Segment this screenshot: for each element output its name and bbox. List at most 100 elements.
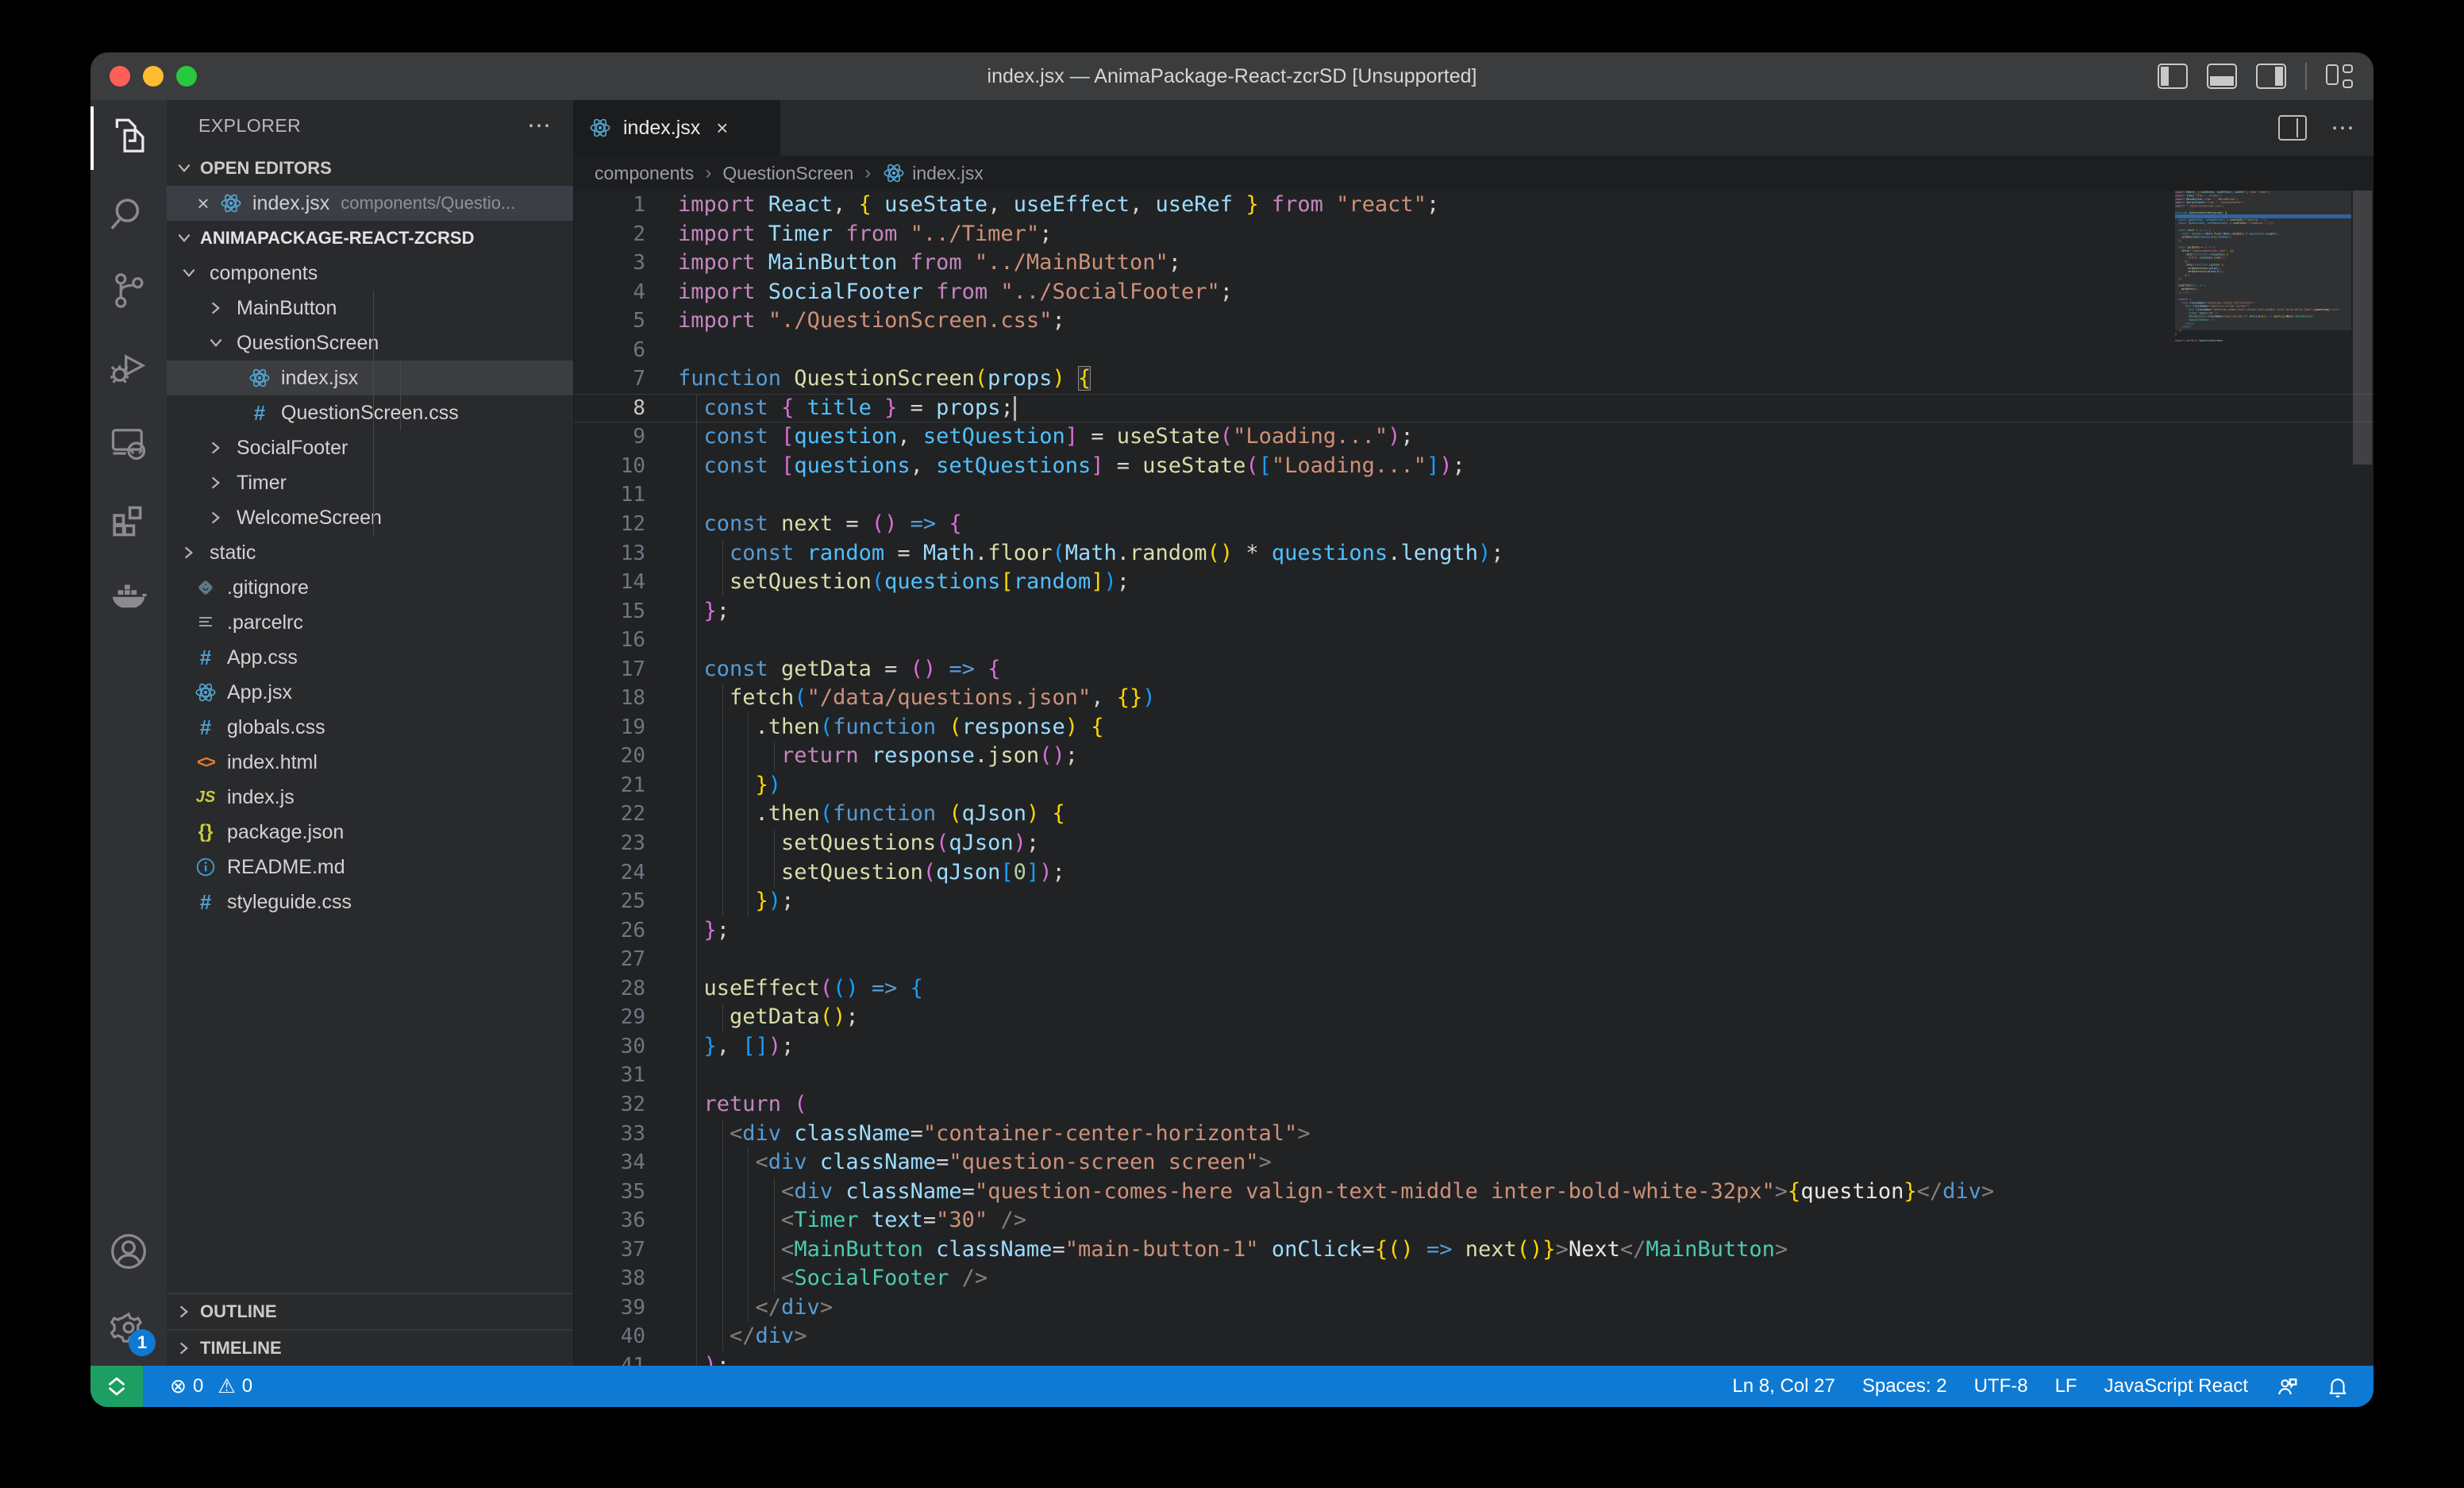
- code-line-28: 28 useEffect(() => {: [574, 974, 2175, 1004]
- outline-label: OUTLINE: [200, 1301, 277, 1322]
- tab-close-icon[interactable]: ×: [716, 116, 728, 141]
- customize-layout-icon[interactable]: [2326, 64, 2353, 88]
- code-line-1: 1import React, { useState, useEffect, us…: [574, 191, 2175, 220]
- activitybar-account-icon[interactable]: [90, 1213, 167, 1289]
- close-window-button[interactable]: [110, 66, 130, 87]
- tree-item-components[interactable]: components: [167, 256, 573, 291]
- timeline-section[interactable]: TIMELINE: [167, 1329, 573, 1366]
- code-line-41: 41 );: [574, 1351, 2175, 1366]
- activitybar-run-debug-icon[interactable]: [90, 329, 167, 405]
- html-file-icon: <>: [194, 752, 218, 773]
- split-editor-icon[interactable]: [2278, 115, 2307, 141]
- status-eol[interactable]: LF: [2055, 1375, 2077, 1397]
- outline-section[interactable]: OUTLINE: [167, 1293, 573, 1329]
- tree-item-index-jsx[interactable]: index.jsx: [167, 360, 573, 395]
- activitybar-explorer-icon[interactable]: [90, 100, 167, 176]
- toggle-panel-icon[interactable]: [2207, 64, 2237, 89]
- breadcrumb-item[interactable]: index.jsx: [882, 162, 983, 184]
- editor-scrollbar[interactable]: [2351, 191, 2374, 1366]
- tree-item--gitignore[interactable]: .gitignore: [167, 570, 573, 605]
- zoom-window-button[interactable]: [176, 66, 197, 87]
- tree-item-readme-md[interactable]: README.md: [167, 850, 573, 885]
- feedback-icon[interactable]: [2275, 1374, 2299, 1398]
- explorer-sidebar: EXPLORER ⋯ OPEN EDITORS × index.jsx comp…: [167, 100, 574, 1366]
- sidebar-title: EXPLORER: [198, 115, 301, 137]
- breadcrumb-item[interactable]: QuestionScreen: [722, 163, 853, 184]
- tree-item-label: App.jsx: [227, 681, 292, 704]
- toggle-secondary-sidebar-icon[interactable]: [2256, 64, 2286, 89]
- code-line-37: 37 <MainButton className="main-button-1"…: [574, 1236, 2175, 1265]
- remote-indicator[interactable]: [90, 1366, 143, 1407]
- react-file-icon: [882, 162, 906, 184]
- code-line-16: 16: [574, 626, 2175, 655]
- tree-item--parcelrc[interactable]: .parcelrc: [167, 605, 573, 640]
- tree-item-questionscreen-css[interactable]: #QuestionScreen.css: [167, 395, 573, 430]
- scrollbar-thumb[interactable]: [2353, 191, 2372, 465]
- status-cursor-position[interactable]: Ln 8, Col 27: [1732, 1375, 1835, 1397]
- tree-item-app-css[interactable]: #App.css: [167, 640, 573, 675]
- minimap[interactable]: 1import React, { useState, useEffect, us…: [2175, 191, 2351, 1366]
- code-line-32: 32 return (: [574, 1090, 2175, 1120]
- code-line-33: 33 <div className="container-center-hori…: [574, 1120, 2175, 1149]
- tree-item-welcomescreen[interactable]: WelcomeScreen: [167, 500, 573, 535]
- code-line-40: 40 </div>: [574, 1322, 2175, 1351]
- tree-item-socialfooter[interactable]: SocialFooter: [167, 430, 573, 465]
- open-editors-section[interactable]: OPEN EDITORS: [167, 151, 573, 186]
- code-line-22: 22 .then(function (qJson) {: [574, 800, 2175, 829]
- code-line-31: 31: [574, 1061, 2175, 1090]
- status-bar: ⊗ 0 ⚠ 0 Ln 8, Col 27 Spaces: 2 UTF-8 LF Java…: [90, 1366, 2374, 1407]
- activitybar-settings-icon[interactable]: 1: [90, 1289, 167, 1366]
- activitybar-search-icon[interactable]: [90, 176, 167, 252]
- project-root-label: ANIMAPACKAGE-REACT-ZCRSD: [200, 228, 474, 249]
- code-lines: 1import React, { useState, useEffect, us…: [574, 191, 2175, 1366]
- status-language-mode[interactable]: JavaScript React: [2104, 1375, 2248, 1397]
- tree-item-static[interactable]: static: [167, 535, 573, 570]
- code-line-7: 7function QuestionScreen(props) {: [574, 364, 2175, 394]
- tree-item-index-js[interactable]: JSindex.js: [167, 780, 573, 815]
- chevron-right-icon: [205, 509, 227, 526]
- code-line-13: 13 const random = Math.floor(Math.random…: [574, 539, 2175, 569]
- code-line-19: 19 .then(function (response) {: [574, 713, 2175, 742]
- tree-item-globals-css[interactable]: #globals.css: [167, 710, 573, 745]
- minimize-window-button[interactable]: [143, 66, 164, 87]
- status-indentation[interactable]: Spaces: 2: [1862, 1375, 1947, 1397]
- code-line-36: 36 <Timer text="30" />: [574, 1206, 2175, 1236]
- tree-item-label: SocialFooter: [237, 437, 348, 460]
- open-editors-label: OPEN EDITORS: [200, 158, 332, 179]
- editor-more-actions-icon[interactable]: ⋯: [2331, 114, 2356, 142]
- tree-item-timer[interactable]: Timer: [167, 465, 573, 500]
- tree-item-styleguide-css[interactable]: #styleguide.css: [167, 885, 573, 919]
- code-line-8: 8 const { title } = props;: [574, 394, 2175, 423]
- settings-badge: 1: [129, 1329, 156, 1356]
- problems-indicator[interactable]: ⊗ 0 ⚠ 0: [170, 1374, 252, 1398]
- code-line-12: 12 const next = () => {: [574, 510, 2175, 539]
- code-line-24: 24 setQuestion(qJson[0]);: [574, 858, 2175, 888]
- close-editor-icon[interactable]: ×: [187, 191, 219, 216]
- chevron-down-icon: [205, 334, 227, 352]
- code-editor[interactable]: 1import React, { useState, useEffect, us…: [574, 191, 2374, 1366]
- project-root-section[interactable]: ANIMAPACKAGE-REACT-ZCRSD: [167, 221, 573, 256]
- tab-index-jsx[interactable]: index.jsx ×: [574, 100, 780, 156]
- tree-item-app-jsx[interactable]: App.jsx: [167, 675, 573, 710]
- code-line-26: 26 };: [574, 916, 2175, 946]
- breadcrumb-item[interactable]: components: [595, 163, 694, 184]
- js-file-icon: JS: [194, 788, 218, 807]
- notifications-bell-icon[interactable]: [2326, 1374, 2350, 1398]
- tree-item-mainbutton[interactable]: MainButton: [167, 291, 573, 326]
- tree-item-package-json[interactable]: {}package.json: [167, 815, 573, 850]
- tree-item-index-html[interactable]: <>index.html: [167, 745, 573, 780]
- activitybar-docker-icon[interactable]: [90, 557, 167, 634]
- tree-item-label: package.json: [227, 821, 344, 844]
- status-encoding[interactable]: UTF-8: [1974, 1375, 2028, 1397]
- toggle-sidebar-icon[interactable]: [2158, 64, 2188, 89]
- code-line-2: 2import Timer from "../Timer";: [574, 220, 2175, 249]
- tree-item-questionscreen[interactable]: QuestionScreen: [167, 326, 573, 360]
- tree-item-label: static: [210, 542, 256, 565]
- tree-item-label: components: [210, 262, 318, 285]
- activitybar-remote-explorer-icon[interactable]: [90, 405, 167, 481]
- explorer-more-actions-icon[interactable]: ⋯: [527, 112, 552, 140]
- activitybar-source-control-icon[interactable]: [90, 252, 167, 329]
- code-line-30: 30 }, []);: [574, 1032, 2175, 1062]
- activitybar-extensions-icon[interactable]: [90, 481, 167, 557]
- open-editor-item[interactable]: × index.jsx components/Questio...: [167, 186, 573, 221]
